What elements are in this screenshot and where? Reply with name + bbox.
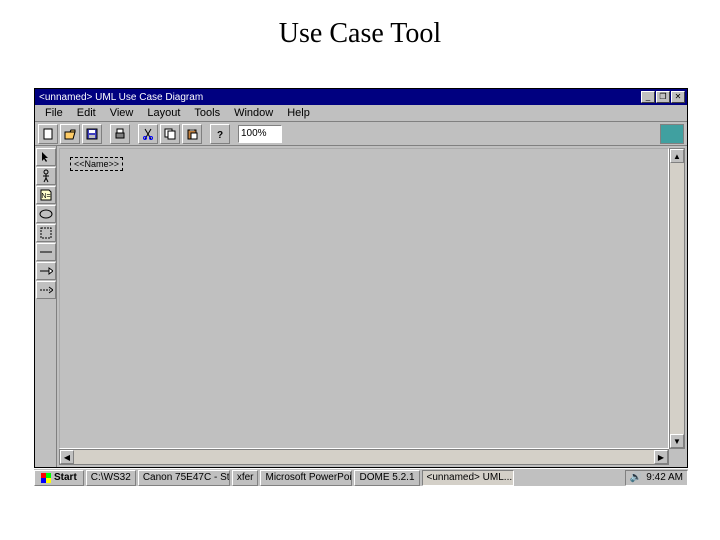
- menu-window[interactable]: Window: [228, 106, 279, 120]
- svg-text:?: ?: [217, 130, 223, 140]
- print-button[interactable]: [110, 124, 130, 144]
- menubar: File Edit View Layout Tools Window Help: [35, 105, 687, 122]
- taskbar: Start C:\WS32 Canon 75E47C - St xfer Mic…: [34, 468, 688, 486]
- taskbar-item[interactable]: C:\WS32: [86, 470, 136, 486]
- help-button[interactable]: ?: [210, 124, 230, 144]
- start-label: Start: [54, 472, 77, 483]
- canvas-area: <<Name>> ▲ ▼ ◀ ▶: [57, 146, 687, 467]
- cut-button[interactable]: [138, 124, 158, 144]
- menu-layout[interactable]: Layout: [141, 106, 186, 120]
- slide-title: Use Case Tool: [0, 0, 720, 60]
- tool-palette: N=: [35, 146, 57, 467]
- maximize-button[interactable]: ❐: [656, 91, 670, 103]
- new-button[interactable]: [38, 124, 58, 144]
- zoom-combo[interactable]: 100%: [238, 125, 282, 143]
- menu-view[interactable]: View: [104, 106, 140, 120]
- copy-button[interactable]: [160, 124, 180, 144]
- usecase-tool[interactable]: [36, 205, 56, 223]
- actor-tool[interactable]: [36, 167, 56, 185]
- clock: 9:42 AM: [646, 472, 683, 483]
- system-tray[interactable]: 🔊 9:42 AM: [625, 470, 688, 486]
- toolbar: ? 100%: [35, 122, 687, 146]
- menu-tools[interactable]: Tools: [188, 106, 226, 120]
- taskbar-item[interactable]: DOME 5.2.1: [354, 470, 419, 486]
- start-button[interactable]: Start: [34, 470, 84, 486]
- pointer-tool[interactable]: [36, 148, 56, 166]
- close-button[interactable]: ✕: [671, 91, 685, 103]
- taskbar-item-active[interactable]: <unnamed> UML...: [422, 470, 514, 486]
- menu-file[interactable]: File: [39, 106, 69, 120]
- windows-flag-icon: [41, 473, 51, 483]
- scroll-up-button[interactable]: ▲: [670, 149, 684, 163]
- system-box-tool[interactable]: [36, 224, 56, 242]
- menu-help[interactable]: Help: [281, 106, 316, 120]
- paste-button[interactable]: [182, 124, 202, 144]
- note-tool[interactable]: N=: [36, 186, 56, 204]
- scroll-down-button[interactable]: ▼: [670, 434, 684, 448]
- open-button[interactable]: [60, 124, 80, 144]
- taskbar-item[interactable]: Canon 75E47C - St: [138, 470, 230, 486]
- scroll-track[interactable]: [670, 163, 684, 434]
- diagram-canvas[interactable]: <<Name>>: [59, 148, 669, 449]
- diagram-node[interactable]: <<Name>>: [70, 157, 123, 171]
- work-area: N= <<Name>> ▲ ▼ ◀ ▶: [35, 146, 687, 467]
- taskbar-item[interactable]: xfer: [232, 470, 259, 486]
- scroll-track[interactable]: [74, 450, 654, 464]
- association-tool[interactable]: [36, 243, 56, 261]
- svg-text:N=: N=: [41, 193, 50, 200]
- vertical-scrollbar[interactable]: ▲ ▼: [669, 148, 685, 449]
- save-button[interactable]: [82, 124, 102, 144]
- app-logo-icon: [660, 124, 684, 144]
- scroll-left-button[interactable]: ◀: [60, 450, 74, 464]
- minimize-button[interactable]: _: [641, 91, 655, 103]
- scroll-right-button[interactable]: ▶: [654, 450, 668, 464]
- tray-icon[interactable]: 🔊: [630, 472, 642, 483]
- titlebar[interactable]: <unnamed> UML Use Case Diagram _ ❐ ✕: [35, 89, 687, 105]
- app-window: <unnamed> UML Use Case Diagram _ ❐ ✕ Fil…: [34, 88, 688, 468]
- window-title: <unnamed> UML Use Case Diagram: [37, 92, 640, 103]
- horizontal-scrollbar[interactable]: ◀ ▶: [59, 449, 669, 465]
- taskbar-item[interactable]: Microsoft PowerPoin: [260, 470, 352, 486]
- dependency-tool[interactable]: [36, 281, 56, 299]
- generalization-tool[interactable]: [36, 262, 56, 280]
- menu-edit[interactable]: Edit: [71, 106, 102, 120]
